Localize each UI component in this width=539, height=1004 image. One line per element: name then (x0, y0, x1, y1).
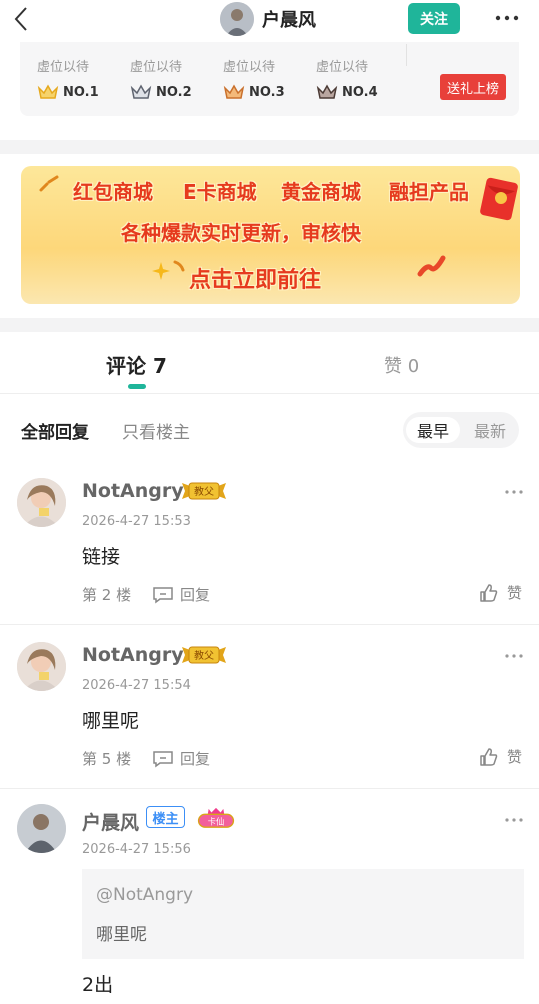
comment-username[interactable]: NotAngry (82, 644, 184, 666)
crown-icon (37, 84, 59, 99)
filter-all-replies[interactable]: 全部回复 (21, 418, 89, 443)
avatar[interactable] (17, 804, 66, 853)
rank-status: 虚位以待 (37, 60, 90, 75)
ribbon-icon (417, 255, 446, 277)
rank-slot[interactable]: 虚位以待 NO.4 (316, 56, 396, 101)
promo-banner[interactable]: 红包商城 E卡商城 黄金商城 融担产品 各种爆款实时更新，审核快 点击立即前往 (21, 166, 520, 304)
tab-bar: 评论 7 赞 0 (0, 332, 539, 394)
comment-more-icon[interactable] (504, 652, 524, 660)
reply-label: 回复 (180, 586, 211, 604)
card-immortal-badge-icon: 卡仙 (197, 807, 235, 828)
like-label: 赞 (507, 748, 523, 766)
gift-ranking: 虚位以待 NO.1 虚位以待 NO.2 虚位以待 NO.3 虚位以待 NO.4 … (20, 42, 519, 116)
red-envelope-icon (480, 177, 518, 221)
badge-label: 卡仙 (208, 816, 225, 826)
divider (0, 624, 539, 625)
reply-button[interactable]: 回复 (152, 584, 210, 605)
banner-item: E卡商城 (183, 180, 257, 204)
section-gap (0, 140, 539, 154)
send-gift-button[interactable]: 送礼上榜 (440, 74, 506, 100)
reply-icon (153, 750, 173, 767)
quoted-reply[interactable]: @NotAngry 哪里呢 (82, 869, 524, 959)
sort-earliest[interactable]: 最早 (406, 417, 460, 443)
more-options-icon[interactable] (494, 6, 520, 30)
comment-text: 2出 (82, 974, 114, 996)
host-badge: 楼主 (146, 806, 185, 828)
rank-slot[interactable]: 虚位以待 NO.3 (223, 56, 303, 101)
banner-item: 融担产品 (389, 180, 469, 204)
reply-label: 回复 (180, 750, 211, 768)
sort-toggle: 最早 最新 (403, 412, 519, 448)
quoted-user[interactable]: @NotAngry (96, 885, 193, 905)
rank-slot[interactable]: 虚位以待 NO.2 (130, 56, 210, 101)
quoted-text: 哪里呢 (96, 925, 147, 945)
badge-label: 教父 (194, 649, 214, 662)
back-arrow-icon[interactable] (10, 4, 34, 34)
floor-number: 第 5 楼 (82, 750, 132, 768)
banner-subtitle: 各种爆款实时更新，审核快 (121, 221, 361, 245)
crown-icon (130, 84, 152, 99)
banner-item: 红包商城 (73, 180, 153, 204)
comment-username[interactable]: 户晨风 (82, 808, 139, 835)
avatar[interactable] (17, 478, 66, 527)
comment-text: 哪里呢 (82, 710, 140, 732)
active-tab-indicator (128, 384, 146, 389)
like-button[interactable]: 赞 (479, 582, 522, 603)
like-button[interactable]: 赞 (479, 746, 522, 767)
comment-more-icon[interactable] (504, 816, 524, 824)
floor-number: 第 2 楼 (82, 586, 132, 604)
comment-time: 2026-4-27 15:53 (82, 514, 191, 529)
like-label: 赞 (507, 584, 523, 602)
rank-status: 虚位以待 (316, 60, 369, 75)
reply-button[interactable]: 回复 (152, 748, 210, 769)
crown-icon (223, 84, 245, 99)
nav-user[interactable]: 户晨风 (220, 1, 316, 37)
godfather-badge-icon: 教父 (182, 646, 226, 664)
godfather-badge-icon: 教父 (182, 482, 226, 500)
crown-icon (316, 84, 338, 99)
banner-cta[interactable]: 点击立即前往 (189, 262, 321, 294)
tab-comments[interactable]: 评论 7 (106, 350, 167, 379)
rank-status: 虚位以待 (130, 60, 183, 75)
reply-icon (153, 586, 173, 603)
comment-username[interactable]: NotAngry (82, 480, 184, 502)
top-nav: 户晨风 关注 (0, 0, 539, 42)
avatar[interactable] (17, 642, 66, 691)
nav-title: 户晨风 (262, 10, 316, 31)
comment-text: 链接 (82, 546, 121, 568)
banner-item: 黄金商城 (281, 180, 361, 204)
rank-slot[interactable]: 虚位以待 NO.1 (37, 56, 117, 101)
tab-likes[interactable]: 赞 0 (384, 352, 419, 378)
post-detail-page: 户晨风 关注 虚位以待 NO.1 虚位以待 NO.2 虚位以待 NO.3 虚位以… (0, 0, 539, 1004)
sort-latest[interactable]: 最新 (463, 417, 517, 443)
rank-number: NO.1 (63, 84, 99, 100)
section-gap (0, 318, 539, 332)
thumbs-up-icon (480, 583, 498, 602)
badge-label: 教父 (194, 485, 214, 498)
comment-more-icon[interactable] (504, 488, 524, 496)
star-sparkle-icon (152, 260, 185, 280)
rank-status: 虚位以待 (223, 60, 276, 75)
filter-host-only[interactable]: 只看楼主 (122, 418, 190, 443)
thumbs-up-icon (480, 747, 498, 766)
rank-number: NO.2 (156, 84, 192, 100)
rank-number: NO.3 (249, 84, 285, 100)
comment-time: 2026-4-27 15:54 (82, 678, 191, 693)
rank-divider (406, 44, 407, 66)
sparkle-lines-icon (39, 175, 59, 192)
nav-avatar[interactable] (220, 2, 254, 36)
rank-number: NO.4 (342, 84, 378, 100)
follow-button[interactable]: 关注 (408, 3, 460, 34)
divider (0, 788, 539, 789)
comment-time: 2026-4-27 15:56 (82, 842, 191, 857)
